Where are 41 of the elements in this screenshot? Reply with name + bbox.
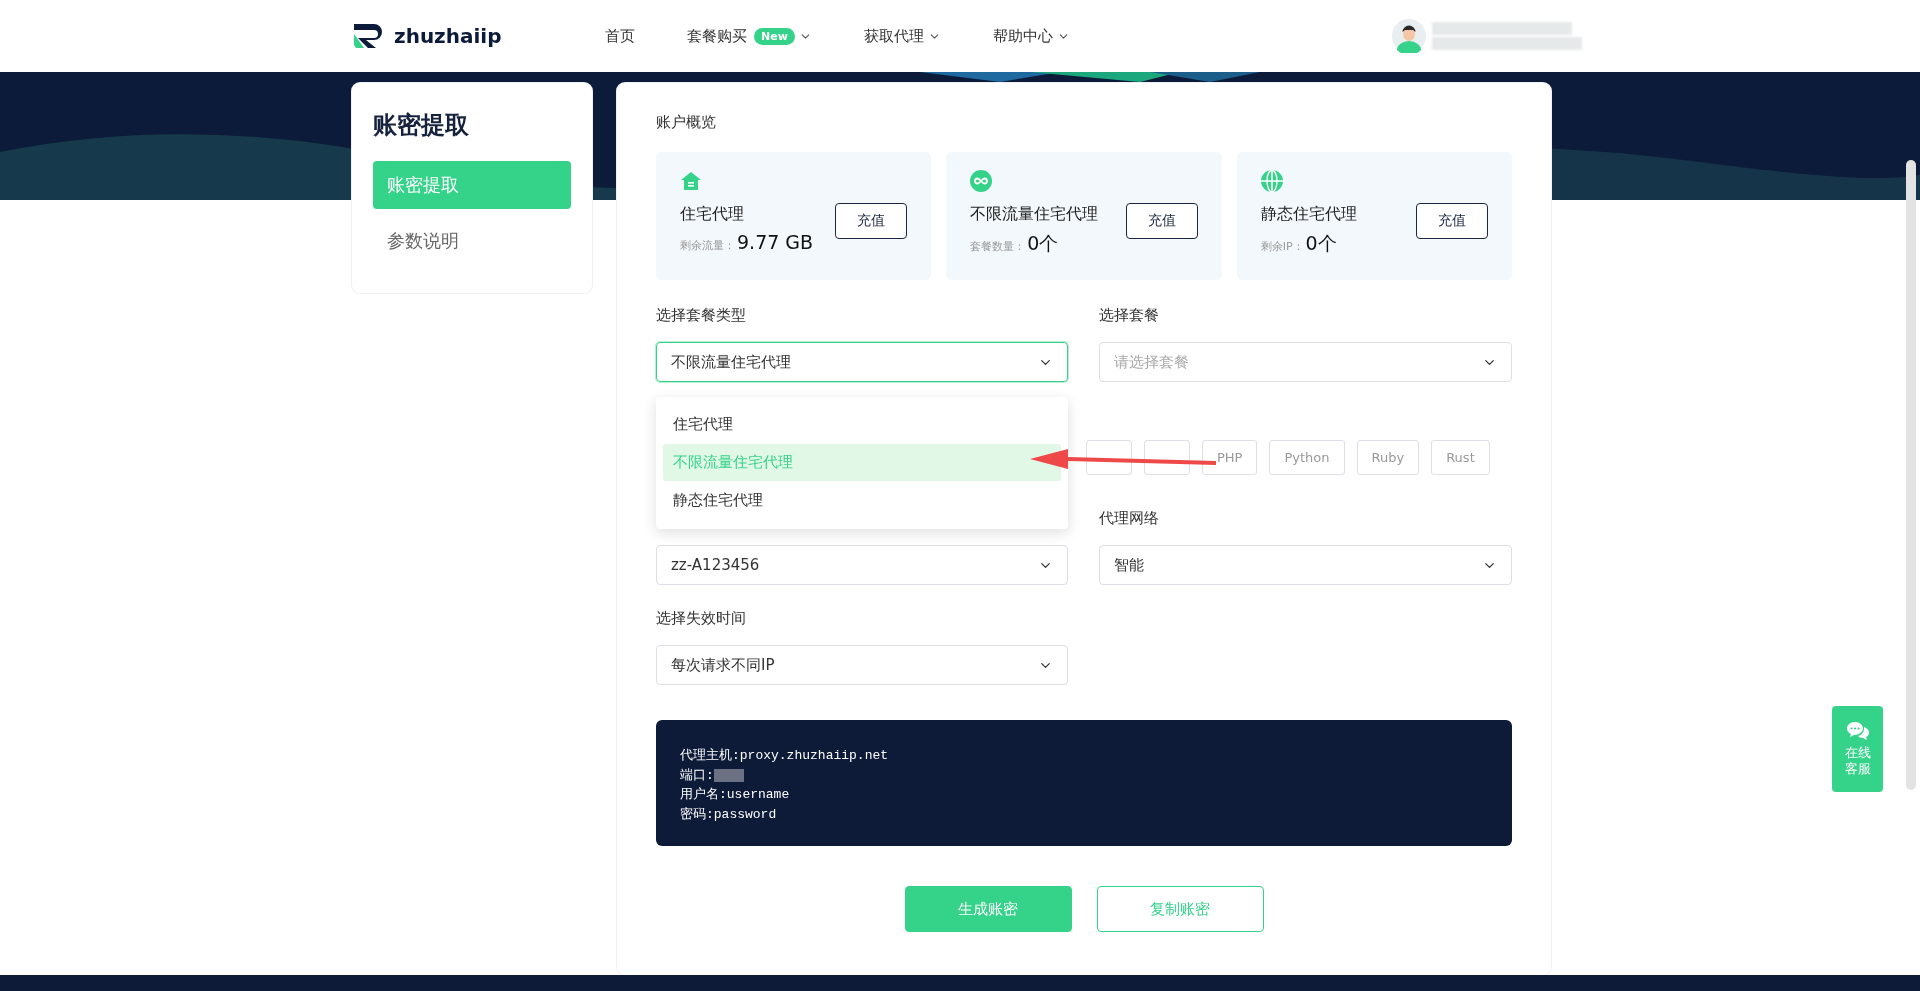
nav-link[interactable]: 帮助中心: [992, 26, 1070, 46]
stat-name: 住宅代理: [680, 204, 745, 225]
nav-link[interactable]: 首页: [605, 26, 635, 46]
credential-line: 密码:password: [680, 805, 778, 824]
field-label: 选择套餐: [1099, 306, 1160, 326]
section-title: 账户概览: [656, 113, 717, 132]
logo-text: zhuzhaiip: [394, 24, 502, 48]
infinity-icon: [970, 170, 993, 192]
stat-label: 套餐数量：: [970, 239, 1026, 254]
stat-value: 9.77 GB: [737, 231, 814, 253]
stat-name: 静态住宅代理: [1260, 204, 1358, 225]
credential-line: 代理主机:proxy.zhuzhaiip.net: [680, 747, 890, 765]
field-label: 选择失效时间: [656, 609, 747, 629]
expiry-select[interactable]: 每次请求不同IP: [656, 645, 1068, 685]
stat-value: 0个: [1305, 231, 1337, 256]
dropdown-option[interactable]: 住宅代理: [663, 406, 1061, 443]
package-type-select[interactable]: 不限流量住宅代理: [656, 342, 1068, 382]
sidebar-item[interactable]: 参数说明: [373, 217, 571, 265]
stat-name: 不限流量住宅代理: [970, 204, 1100, 225]
credential-line: 端口:: [680, 765, 1488, 785]
field-label: 代理网络: [1099, 509, 1160, 529]
recharge-button[interactable]: 充值: [835, 203, 908, 239]
field-label: 选择套餐类型: [656, 306, 747, 326]
nav-link[interactable]: 套餐购买 New: [687, 26, 812, 46]
recharge-button[interactable]: 充值: [1416, 203, 1488, 239]
globe-icon: [1260, 170, 1283, 192]
house-icon: [680, 170, 702, 192]
credential-line: 用户名:username: [680, 786, 791, 804]
stat-label: 剩余流量：: [680, 238, 735, 253]
new-badge: New: [754, 27, 795, 45]
recharge-button[interactable]: 充值: [1125, 203, 1198, 239]
account-select[interactable]: zz-A123456: [656, 545, 1068, 585]
nav-link[interactable]: 获取代理: [863, 26, 941, 46]
avatar-icon[interactable]: [1392, 19, 1426, 53]
stat-label: 剩余IP：: [1260, 239, 1304, 254]
scrollbar-thumb[interactable]: [1906, 160, 1916, 790]
chat-bubbles-icon: [1845, 720, 1870, 741]
sidebar-title: 账密提取: [373, 110, 470, 141]
dropdown-option[interactable]: 静态住宅代理: [663, 482, 1061, 519]
network-select[interactable]: 智能: [1099, 545, 1512, 585]
stat-value: 0个: [1027, 231, 1059, 256]
